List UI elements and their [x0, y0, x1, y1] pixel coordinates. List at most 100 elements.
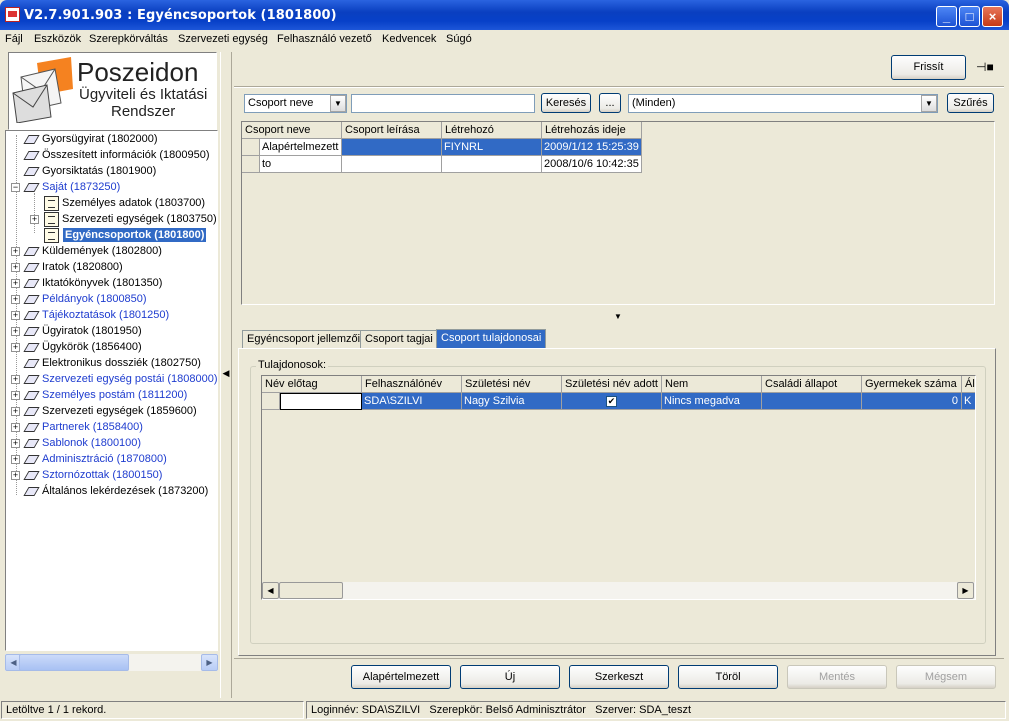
expand-icon[interactable]: +	[11, 391, 20, 400]
table-cell-birthname-given[interactable]: ✔	[562, 393, 662, 410]
owners-hscrollbar[interactable]: ◀ ▶	[262, 582, 975, 599]
status-records: Letöltve 1 / 1 rekord.	[1, 701, 304, 719]
edit-button[interactable]: Szerkeszt	[569, 665, 669, 689]
col-header[interactable]: Gyermekek száma	[862, 376, 962, 393]
table-cell-birthname[interactable]: Nagy Szilvia	[462, 393, 562, 410]
expand-icon[interactable]: +	[11, 471, 20, 480]
table-cell[interactable]: FIYNRL	[442, 139, 542, 156]
document-icon	[44, 212, 59, 227]
menu-favorites[interactable]: Kedvencek	[382, 33, 436, 45]
save-button[interactable]: Mentés	[787, 665, 887, 689]
checkbox-checked-icon[interactable]: ✔	[606, 396, 617, 407]
minimize-button[interactable]: _	[936, 6, 957, 27]
tab-group-owners[interactable]: Csoport tulajdonosai	[436, 329, 547, 349]
row-indicator[interactable]	[242, 156, 260, 173]
menu-user-manager[interactable]: Felhasználó vezető	[277, 33, 372, 45]
scroll-thumb[interactable]	[19, 654, 129, 671]
col-header[interactable]: Családi állapot	[762, 376, 862, 393]
book-icon	[24, 357, 39, 369]
col-header[interactable]: Csoport leírása	[342, 122, 442, 139]
table-cell-marital[interactable]	[762, 393, 862, 410]
col-header[interactable]: Név előtag	[262, 376, 362, 393]
expand-icon[interactable]: +	[11, 327, 20, 336]
collapse-icon[interactable]: −	[11, 183, 20, 192]
expand-icon[interactable]: +	[11, 407, 20, 416]
owners-grid[interactable]: Név előtag Felhasználónév Születési név …	[261, 375, 976, 600]
scope-select[interactable]: (Minden) ▼	[628, 94, 938, 113]
menu-org-unit[interactable]: Szervezeti egység	[178, 33, 268, 45]
expand-icon[interactable]: +	[11, 375, 20, 384]
table-cell[interactable]: Alapértelmezett	[260, 139, 342, 156]
book-icon	[24, 181, 39, 193]
menu-file[interactable]: Fájl	[5, 33, 23, 45]
table-cell-children[interactable]: 0	[862, 393, 962, 410]
book-icon	[24, 485, 39, 497]
app-icon[interactable]	[5, 7, 20, 22]
col-header[interactable]: Születési név	[462, 376, 562, 393]
tree-hscrollbar[interactable]: ◀ ▶	[5, 654, 218, 671]
table-cell[interactable]: to	[260, 156, 342, 173]
expand-icon[interactable]: +	[11, 295, 20, 304]
search-input[interactable]	[351, 94, 535, 113]
row-indicator[interactable]	[262, 393, 280, 410]
menu-help[interactable]: Súgó	[446, 33, 472, 45]
refresh-button[interactable]: Frissít	[891, 55, 966, 80]
tab-group-properties[interactable]: Egyéncsoport jellemzői	[242, 330, 366, 348]
col-header[interactable]: Ál	[962, 376, 975, 393]
groups-grid[interactable]: Csoport neve Csoport leírása Létrehozó L…	[241, 121, 995, 305]
table-cell[interactable]	[342, 156, 442, 173]
expand-icon[interactable]: +	[11, 423, 20, 432]
table-cell[interactable]: 2008/10/6 10:42:35	[542, 156, 642, 173]
field-select[interactable]: Csoport neve ▼	[244, 94, 347, 113]
close-button[interactable]: ×	[982, 6, 1003, 27]
col-header[interactable]: Születési név adott	[562, 376, 662, 393]
table-cell-gender[interactable]: Nincs megadva	[662, 393, 762, 410]
scroll-right-icon[interactable]: ▶	[201, 654, 218, 671]
expand-icon[interactable]: +	[30, 215, 39, 224]
collapse-left-icon[interactable]: ◀	[221, 360, 231, 386]
scroll-thumb[interactable]	[279, 582, 343, 599]
table-cell-username[interactable]: SDA\SZILVI	[362, 393, 462, 410]
book-icon	[24, 133, 39, 145]
search-button[interactable]: Keresés	[541, 93, 591, 113]
row-indicator[interactable]	[242, 139, 260, 156]
table-cell[interactable]: 2009/1/12 15:25:39	[542, 139, 642, 156]
expand-icon[interactable]: +	[11, 247, 20, 256]
scroll-right-icon[interactable]: ▶	[957, 582, 974, 599]
menu-role-switch[interactable]: Szerepkörváltás	[89, 33, 168, 45]
table-cell-prefix[interactable]	[280, 393, 362, 410]
menu-tools[interactable]: Eszközök	[34, 33, 81, 45]
default-button[interactable]: Alapértelmezett	[351, 665, 451, 689]
splitter-down-icon[interactable]: ▼	[603, 313, 633, 321]
book-icon	[24, 405, 39, 417]
pin-icon[interactable]: ⊣■	[976, 60, 994, 74]
maximize-button[interactable]: □	[959, 6, 980, 27]
expand-icon[interactable]: +	[11, 311, 20, 320]
filter-button[interactable]: Szűrés	[947, 93, 994, 113]
table-cell[interactable]	[442, 156, 542, 173]
expand-icon[interactable]: +	[11, 263, 20, 272]
col-header[interactable]: Csoport neve	[242, 122, 342, 139]
col-header[interactable]: Nem	[662, 376, 762, 393]
tab-group-members[interactable]: Csoport tagjai	[360, 330, 438, 348]
col-header[interactable]: Létrehozó	[442, 122, 542, 139]
expand-icon[interactable]: +	[11, 343, 20, 352]
expand-icon[interactable]: +	[11, 439, 20, 448]
table-cell-extra[interactable]: K	[962, 393, 975, 410]
cancel-button[interactable]: Mégsem	[896, 665, 996, 689]
table-cell[interactable]	[342, 139, 442, 156]
scroll-left-icon[interactable]: ◀	[262, 582, 279, 599]
document-icon	[44, 228, 59, 243]
browse-button[interactable]: ...	[599, 93, 621, 113]
expand-icon[interactable]: +	[11, 455, 20, 464]
col-header[interactable]: Felhasználónév	[362, 376, 462, 393]
book-icon	[24, 309, 39, 321]
new-button[interactable]: Új	[460, 665, 560, 689]
delete-button[interactable]: Töröl	[678, 665, 778, 689]
book-icon	[24, 261, 39, 273]
navigation-tree[interactable]: Gyorsügyirat (1802000) Összesített infor…	[5, 130, 218, 651]
expand-icon[interactable]: +	[11, 279, 20, 288]
col-header[interactable]: Létrehozás ideje	[542, 122, 642, 139]
chevron-down-icon[interactable]: ▼	[330, 95, 346, 112]
chevron-down-icon[interactable]: ▼	[921, 95, 937, 112]
